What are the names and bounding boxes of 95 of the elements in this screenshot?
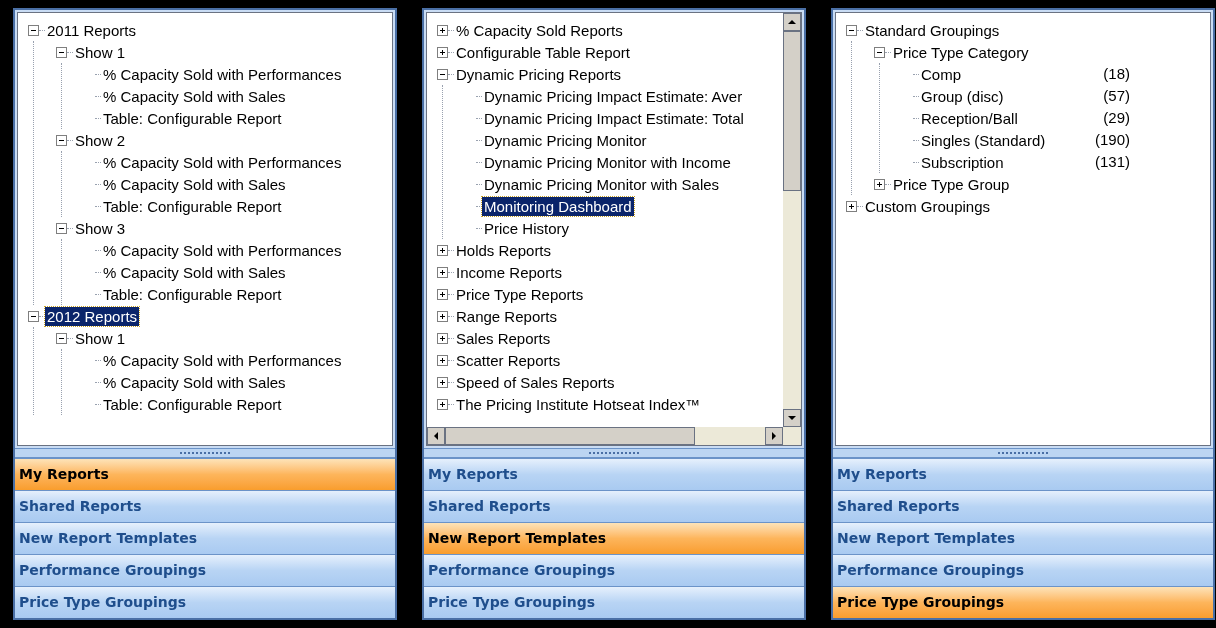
item-count: (18) xyxy=(1103,63,1130,84)
minus-box-icon[interactable] xyxy=(56,134,67,146)
splitter-handle[interactable] xyxy=(15,448,395,458)
item-count: (131) xyxy=(1094,151,1130,172)
item-count: (190) xyxy=(1094,129,1130,150)
plus-box-icon[interactable] xyxy=(437,376,448,388)
tree-item[interactable]: Dynamic Pricing Impact Estimate: Total xyxy=(482,108,746,128)
tree-item[interactable]: Show 1 xyxy=(73,42,128,62)
tree-item[interactable]: % Capacity Sold with Performances xyxy=(101,64,344,84)
nav-bar-button[interactable]: Performance Groupings xyxy=(833,554,1213,586)
nav-bar-button[interactable]: Shared Reports xyxy=(15,490,395,522)
tree-item[interactable]: Show 3 xyxy=(73,218,128,238)
vertical-scrollbar[interactable] xyxy=(783,13,801,427)
tree-item[interactable]: Table: Configurable Report xyxy=(101,394,284,414)
tree-item[interactable]: The Pricing Institute Hotseat Index™ xyxy=(454,394,703,414)
tree-item[interactable]: Group (disc) xyxy=(919,86,1006,106)
nav-bar-button[interactable]: New Report Templates xyxy=(833,522,1213,554)
tree-item[interactable]: Singles (Standard) xyxy=(919,130,1048,150)
splitter-handle[interactable] xyxy=(424,448,804,458)
nav-bar-button[interactable]: Shared Reports xyxy=(833,490,1213,522)
tree-item[interactable]: % Capacity Sold with Performances xyxy=(101,350,344,370)
nav-bar-button[interactable]: New Report Templates xyxy=(15,522,395,554)
tree-item[interactable]: Table: Configurable Report xyxy=(101,284,284,304)
nav-bar-button[interactable]: My Reports xyxy=(833,458,1213,490)
tree-item[interactable]: Comp xyxy=(919,64,963,84)
plus-box-icon[interactable] xyxy=(437,24,448,36)
tree-item[interactable]: 2012 Reports xyxy=(45,306,140,326)
tree-item[interactable]: Custom Groupings xyxy=(863,196,993,216)
tree-item[interactable]: % Capacity Sold with Sales xyxy=(101,174,288,194)
nav-bar-button[interactable]: My Reports xyxy=(424,458,804,490)
tree-item[interactable]: Income Reports xyxy=(454,262,564,282)
tree-item[interactable]: 2011 Reports xyxy=(45,20,138,40)
horizontal-scrollbar[interactable] xyxy=(427,427,801,445)
tree-item[interactable]: Range Reports xyxy=(454,306,559,326)
tree-item[interactable]: Table: Configurable Report xyxy=(101,196,284,216)
tree-item[interactable]: Price History xyxy=(482,218,571,238)
minus-box-icon[interactable] xyxy=(56,46,67,58)
nav-bar-button[interactable]: Performance Groupings xyxy=(424,554,804,586)
nav-bar-button[interactable]: Price Type Groupings xyxy=(15,586,395,618)
tree-item[interactable]: Holds Reports xyxy=(454,240,554,260)
tree-item[interactable]: % Capacity Sold with Sales xyxy=(101,86,288,106)
nav-bar-button[interactable]: Price Type Groupings xyxy=(424,586,804,618)
plus-box-icon[interactable] xyxy=(437,398,448,410)
nav-bar-button[interactable]: New Report Templates xyxy=(424,522,804,554)
item-count: (57) xyxy=(1103,85,1130,106)
tree-item[interactable]: Subscription xyxy=(919,152,1006,172)
plus-box-icon[interactable] xyxy=(437,332,448,344)
tree-item[interactable]: Reception/Ball xyxy=(919,108,1020,128)
nav-bar-button[interactable]: Shared Reports xyxy=(424,490,804,522)
tree-item[interactable]: Dynamic Pricing Reports xyxy=(454,64,624,84)
tree-item[interactable]: Show 2 xyxy=(73,130,128,150)
tree-item[interactable]: Price Type Group xyxy=(891,174,1012,194)
item-count: (29) xyxy=(1103,107,1130,128)
minus-box-icon[interactable] xyxy=(874,46,885,58)
tree-item[interactable]: Monitoring Dashboard xyxy=(482,196,634,216)
minus-box-icon[interactable] xyxy=(28,24,39,36)
tree-item[interactable]: Sales Reports xyxy=(454,328,553,348)
splitter-handle[interactable] xyxy=(833,448,1213,458)
up-arrow-icon[interactable] xyxy=(788,20,796,24)
plus-box-icon[interactable] xyxy=(437,244,448,256)
down-arrow-icon[interactable] xyxy=(788,416,796,420)
tree-item[interactable]: % Capacity Sold Reports xyxy=(454,20,625,40)
plus-box-icon[interactable] xyxy=(437,354,448,366)
tree-item[interactable]: Standard Groupings xyxy=(863,20,1002,40)
plus-box-icon[interactable] xyxy=(846,200,857,212)
nav-bar-button[interactable]: Performance Groupings xyxy=(15,554,395,586)
tree-item[interactable]: % Capacity Sold with Performances xyxy=(101,240,344,260)
tree-item[interactable]: Speed of Sales Reports xyxy=(454,372,617,392)
tree-item[interactable]: % Capacity Sold with Sales xyxy=(101,262,288,282)
minus-box-icon[interactable] xyxy=(56,222,67,234)
tree-item[interactable]: Dynamic Pricing Monitor with Income xyxy=(482,152,733,172)
tree-item[interactable]: Configurable Table Report xyxy=(454,42,632,62)
tree-item[interactable]: Dynamic Pricing Monitor with Sales xyxy=(482,174,722,194)
plus-box-icon[interactable] xyxy=(437,266,448,278)
tree-item[interactable]: Table: Configurable Report xyxy=(101,108,284,128)
plus-box-icon[interactable] xyxy=(437,46,448,58)
tree-item[interactable]: Scatter Reports xyxy=(454,350,563,370)
left-arrow-icon[interactable] xyxy=(434,432,438,440)
tree-item[interactable]: Price Type Reports xyxy=(454,284,586,304)
tree-item[interactable]: Price Type Category xyxy=(891,42,1031,62)
tree-item[interactable]: Dynamic Pricing Impact Estimate: Aver xyxy=(482,86,745,106)
minus-box-icon[interactable] xyxy=(28,310,39,322)
plus-box-icon[interactable] xyxy=(437,310,448,322)
right-arrow-icon[interactable] xyxy=(772,432,776,440)
tree-item[interactable]: Show 1 xyxy=(73,328,128,348)
tree-item[interactable]: % Capacity Sold with Performances xyxy=(101,152,344,172)
nav-bar-button[interactable]: My Reports xyxy=(15,458,395,490)
plus-box-icon[interactable] xyxy=(437,288,448,300)
tree-item[interactable]: % Capacity Sold with Sales xyxy=(101,372,288,392)
plus-box-icon[interactable] xyxy=(874,178,885,190)
nav-bar-button[interactable]: Price Type Groupings xyxy=(833,586,1213,618)
minus-box-icon[interactable] xyxy=(56,332,67,344)
tree-item[interactable]: Dynamic Pricing Monitor xyxy=(482,130,649,150)
minus-box-icon[interactable] xyxy=(437,68,448,80)
minus-box-icon[interactable] xyxy=(846,24,857,36)
